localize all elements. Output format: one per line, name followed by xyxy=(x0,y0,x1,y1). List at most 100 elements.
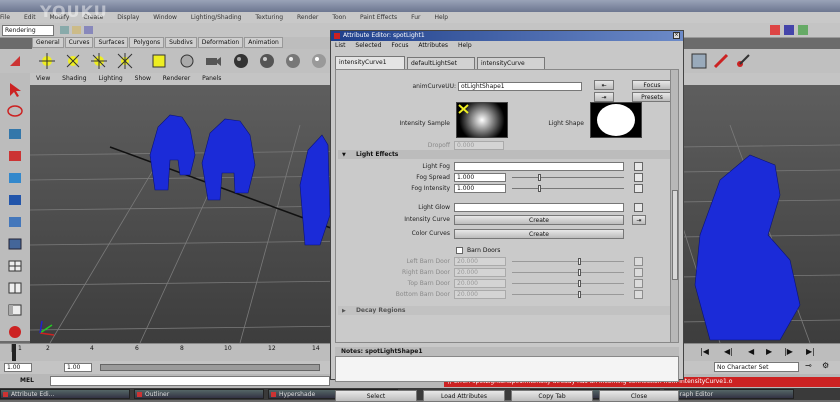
tab-intensity-curve[interactable]: intensityCurve xyxy=(477,57,545,69)
close-button[interactable]: Close xyxy=(599,390,679,402)
task-attribute-editor[interactable]: Attribute Edi... xyxy=(0,389,130,399)
shelf-tab-curves[interactable]: Curves xyxy=(64,37,94,48)
menu-window[interactable]: Window xyxy=(153,14,177,21)
focus-button[interactable]: Focus xyxy=(632,80,672,90)
manipulator-icon[interactable] xyxy=(5,213,25,231)
ae-menu-attributes[interactable]: Attributes xyxy=(418,42,448,49)
fog-spread-field[interactable]: 1.000 xyxy=(454,173,506,182)
mel-input[interactable] xyxy=(50,376,330,386)
light-glow-field[interactable] xyxy=(454,203,624,212)
render-globals-icon[interactable] xyxy=(798,25,808,35)
presets-button[interactable]: Presets xyxy=(632,92,672,102)
menu-display[interactable]: Display xyxy=(117,14,139,21)
shader-ball-3-icon[interactable] xyxy=(284,52,302,70)
top-barn-door-slider-knob[interactable] xyxy=(578,280,581,287)
paint-select-icon[interactable] xyxy=(5,125,25,143)
panel-menu-show[interactable]: Show xyxy=(135,75,151,82)
top-barn-door-field[interactable]: 20.000 xyxy=(454,279,506,288)
tab-intensity-curve1[interactable]: intensityCurve1 xyxy=(335,56,405,69)
key-icon[interactable]: ⊸ xyxy=(805,361,812,370)
bottom-barn-door-slider-knob[interactable] xyxy=(578,291,581,298)
shelf-tab-general[interactable]: General xyxy=(32,37,64,48)
copy-tab-button[interactable]: Copy Tab xyxy=(511,390,593,402)
move-tool-icon[interactable] xyxy=(5,147,25,165)
ipr-render-icon[interactable] xyxy=(784,25,794,35)
point-light-icon[interactable] xyxy=(90,52,108,70)
menu-toon[interactable]: Toon xyxy=(332,14,346,21)
menu-set-dropdown[interactable]: Rendering xyxy=(2,25,54,36)
left-barn-door-map-button[interactable] xyxy=(634,257,643,266)
menu-render[interactable]: Render xyxy=(297,14,318,21)
spot-light-icon[interactable] xyxy=(116,52,134,70)
task-outliner[interactable]: Outliner xyxy=(134,389,264,399)
light-effects-header[interactable]: ▼ Light Effects xyxy=(338,150,674,159)
panel-menu-lighting[interactable]: Lighting xyxy=(98,75,122,82)
left-barn-door-slider[interactable] xyxy=(512,261,624,262)
ae-menu-focus[interactable]: Focus xyxy=(391,42,408,49)
dropoff-field[interactable]: 0.000 xyxy=(454,141,504,150)
top-barn-door-slider[interactable] xyxy=(512,283,624,284)
go-start-icon[interactable]: |◀ xyxy=(700,347,709,356)
layout-single-icon[interactable] xyxy=(5,235,25,253)
shader-ball-2-icon[interactable] xyxy=(258,52,276,70)
fog-spread-map-button[interactable] xyxy=(634,173,643,182)
bottom-barn-door-map-button[interactable] xyxy=(634,290,643,299)
load-attributes-button[interactable]: Load Attributes xyxy=(423,390,505,402)
barn-doors-checkbox[interactable] xyxy=(456,247,463,254)
menu-edit[interactable]: Edit xyxy=(24,14,36,21)
bottom-barn-door-field[interactable]: 20.000 xyxy=(454,290,506,299)
intensity-curve-goto-icon[interactable]: ⇥ xyxy=(632,215,646,225)
range-bar[interactable] xyxy=(100,364,320,371)
top-barn-door-map-button[interactable] xyxy=(634,279,643,288)
color-curves-create-button[interactable]: Create xyxy=(454,229,624,239)
shelf-tab-subdivs[interactable]: Subdivs xyxy=(165,37,197,48)
left-barn-door-field[interactable]: 20.000 xyxy=(454,257,506,266)
right-barn-door-field[interactable]: 20.000 xyxy=(454,268,506,277)
render-view-icon[interactable] xyxy=(690,52,708,70)
decay-regions-header[interactable]: ▶ Decay Regions xyxy=(338,306,674,315)
new-scene-icon[interactable] xyxy=(60,26,69,34)
volume-light-icon[interactable] xyxy=(178,52,196,70)
ae-menu-help[interactable]: Help xyxy=(458,42,472,49)
step-forward-icon[interactable]: |▶ xyxy=(784,347,793,356)
goto-input-icon[interactable]: ⇤ xyxy=(594,80,614,90)
bottom-barn-door-slider[interactable] xyxy=(512,294,624,295)
render-frame-icon[interactable] xyxy=(770,25,780,35)
step-back-icon[interactable]: ◀| xyxy=(724,347,733,356)
rotate-tool-icon[interactable] xyxy=(5,169,25,187)
layout-four-icon[interactable] xyxy=(5,257,25,275)
ae-menu-list[interactable]: List xyxy=(335,42,346,49)
ambient-light-icon[interactable] xyxy=(64,52,82,70)
panel-menu-panels[interactable]: Panels xyxy=(202,75,221,82)
lasso-tool-icon[interactable] xyxy=(5,103,25,121)
tab-default-light-set[interactable]: defaultLightSet xyxy=(407,57,475,69)
play-back-icon[interactable]: ◀ xyxy=(748,347,754,356)
shelf-menu-icon[interactable] xyxy=(6,52,24,70)
camera-icon[interactable] xyxy=(204,52,222,70)
panel-menu-view[interactable]: View xyxy=(36,75,50,82)
brush-icon[interactable] xyxy=(712,52,730,70)
range-inner-field[interactable]: 1.00 xyxy=(64,363,92,372)
fog-intensity-slider[interactable] xyxy=(512,188,624,189)
ae-scrollbar-thumb[interactable] xyxy=(672,190,678,280)
menu-file[interactable]: File xyxy=(0,14,10,21)
goto-output-icon[interactable]: ⇥ xyxy=(594,92,614,102)
node-name-field[interactable]: otLightShape1 xyxy=(458,82,582,91)
notes-textarea[interactable] xyxy=(335,356,679,382)
select-tool-icon[interactable] xyxy=(5,81,25,99)
ae-scrollbar[interactable] xyxy=(670,70,678,342)
menu-help[interactable]: Help xyxy=(434,14,448,21)
fog-spread-slider[interactable] xyxy=(512,177,624,178)
open-scene-icon[interactable] xyxy=(72,26,81,34)
layout-two-icon[interactable] xyxy=(5,279,25,297)
left-barn-door-slider-knob[interactable] xyxy=(578,258,581,265)
shelf-tab-animation[interactable]: Animation xyxy=(244,37,283,48)
shelf-tab-surfaces[interactable]: Surfaces xyxy=(94,37,129,48)
light-fog-map-button[interactable] xyxy=(634,162,643,171)
right-barn-door-slider[interactable] xyxy=(512,272,624,273)
scale-tool-icon[interactable] xyxy=(5,191,25,209)
panel-menu-renderer[interactable]: Renderer xyxy=(163,75,190,82)
shader-ball-1-icon[interactable] xyxy=(232,52,250,70)
ae-title-bar[interactable]: Attribute Editor: spotLight1 × xyxy=(331,31,683,41)
shelf-tab-polygons[interactable]: Polygons xyxy=(129,37,165,48)
